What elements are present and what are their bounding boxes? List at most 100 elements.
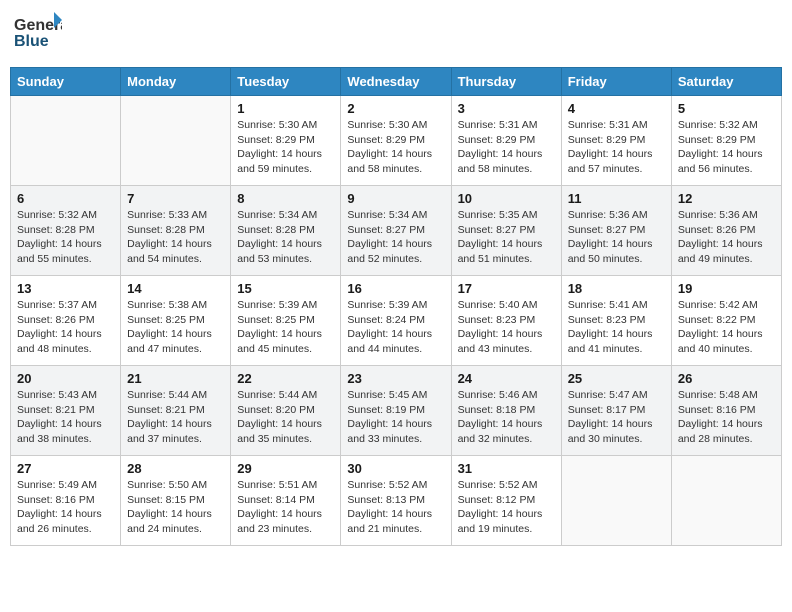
day-info: Sunrise: 5:44 AM Sunset: 8:20 PM Dayligh… xyxy=(237,388,334,447)
day-number: 6 xyxy=(17,191,114,206)
day-number: 13 xyxy=(17,281,114,296)
day-info: Sunrise: 5:32 AM Sunset: 8:28 PM Dayligh… xyxy=(17,208,114,267)
week-row-2: 6 Sunrise: 5:32 AM Sunset: 8:28 PM Daylig… xyxy=(11,186,782,276)
day-cell: 14 Sunrise: 5:38 AM Sunset: 8:25 PM Dayli… xyxy=(121,276,231,366)
weekday-header-saturday: Saturday xyxy=(671,68,781,96)
logo-icon: General Blue xyxy=(14,10,62,54)
day-info: Sunrise: 5:36 AM Sunset: 8:27 PM Dayligh… xyxy=(568,208,665,267)
day-info: Sunrise: 5:39 AM Sunset: 8:25 PM Dayligh… xyxy=(237,298,334,357)
day-cell: 4 Sunrise: 5:31 AM Sunset: 8:29 PM Daylig… xyxy=(561,96,671,186)
weekday-header-tuesday: Tuesday xyxy=(231,68,341,96)
day-info: Sunrise: 5:43 AM Sunset: 8:21 PM Dayligh… xyxy=(17,388,114,447)
day-cell: 15Sunrise: 5:39 AM Sunset: 8:25 PM Dayli… xyxy=(231,276,341,366)
day-cell: 30 Sunrise: 5:52 AM Sunset: 8:13 PM Dayli… xyxy=(341,456,451,546)
day-number: 18 xyxy=(568,281,665,296)
day-cell: 27 Sunrise: 5:49 AM Sunset: 8:16 PM Dayli… xyxy=(11,456,121,546)
day-cell: 24 Sunrise: 5:46 AM Sunset: 8:18 PM Dayli… xyxy=(451,366,561,456)
day-number: 10 xyxy=(458,191,555,206)
weekday-header-thursday: Thursday xyxy=(451,68,561,96)
day-cell: 3Sunrise: 5:31 AM Sunset: 8:29 PM Daylig… xyxy=(451,96,561,186)
day-cell: 5Sunrise: 5:32 AM Sunset: 8:29 PM Daylig… xyxy=(671,96,781,186)
day-info: Sunrise: 5:35 AM Sunset: 8:27 PM Dayligh… xyxy=(458,208,555,267)
day-number: 3 xyxy=(458,101,555,116)
day-cell: 9Sunrise: 5:34 AM Sunset: 8:27 PM Daylig… xyxy=(341,186,451,276)
day-info: Sunrise: 5:34 AM Sunset: 8:27 PM Dayligh… xyxy=(347,208,444,267)
day-number: 26 xyxy=(678,371,775,386)
day-number: 4 xyxy=(568,101,665,116)
day-cell xyxy=(671,456,781,546)
day-cell: 7 Sunrise: 5:33 AM Sunset: 8:28 PM Daylig… xyxy=(121,186,231,276)
day-number: 28 xyxy=(127,461,224,476)
day-cell: 31 Sunrise: 5:52 AM Sunset: 8:12 PM Dayli… xyxy=(451,456,561,546)
day-info: Sunrise: 5:37 AM Sunset: 8:26 PM Dayligh… xyxy=(17,298,114,357)
day-info: Sunrise: 5:40 AM Sunset: 8:23 PM Dayligh… xyxy=(458,298,555,357)
day-number: 16 xyxy=(347,281,444,296)
day-number: 25 xyxy=(568,371,665,386)
day-number: 17 xyxy=(458,281,555,296)
calendar-table: SundayMondayTuesdayWednesdayThursdayFrid… xyxy=(10,67,782,546)
day-info: Sunrise: 5:42 AM Sunset: 8:22 PM Dayligh… xyxy=(678,298,775,357)
weekday-header-row: SundayMondayTuesdayWednesdayThursdayFrid… xyxy=(11,68,782,96)
day-cell: 26Sunrise: 5:48 AM Sunset: 8:16 PM Dayli… xyxy=(671,366,781,456)
day-cell: 19 Sunrise: 5:42 AM Sunset: 8:22 PM Dayli… xyxy=(671,276,781,366)
day-info: Sunrise: 5:47 AM Sunset: 8:17 PM Dayligh… xyxy=(568,388,665,447)
day-info: Sunrise: 5:38 AM Sunset: 8:25 PM Dayligh… xyxy=(127,298,224,357)
day-info: Sunrise: 5:39 AM Sunset: 8:24 PM Dayligh… xyxy=(347,298,444,357)
day-info: Sunrise: 5:32 AM Sunset: 8:29 PM Dayligh… xyxy=(678,118,775,177)
day-info: Sunrise: 5:31 AM Sunset: 8:29 PM Dayligh… xyxy=(568,118,665,177)
day-info: Sunrise: 5:33 AM Sunset: 8:28 PM Dayligh… xyxy=(127,208,224,267)
day-info: Sunrise: 5:51 AM Sunset: 8:14 PM Dayligh… xyxy=(237,478,334,537)
day-cell: 23 Sunrise: 5:45 AM Sunset: 8:19 PM Dayli… xyxy=(341,366,451,456)
day-cell xyxy=(121,96,231,186)
day-number: 7 xyxy=(127,191,224,206)
day-cell: 2 Sunrise: 5:30 AM Sunset: 8:29 PM Daylig… xyxy=(341,96,451,186)
day-cell: 11 Sunrise: 5:36 AM Sunset: 8:27 PM Dayli… xyxy=(561,186,671,276)
day-info: Sunrise: 5:52 AM Sunset: 8:13 PM Dayligh… xyxy=(347,478,444,537)
logo-graphic: General Blue xyxy=(14,10,62,59)
day-number: 14 xyxy=(127,281,224,296)
day-number: 11 xyxy=(568,191,665,206)
day-cell: 8Sunrise: 5:34 AM Sunset: 8:28 PM Daylig… xyxy=(231,186,341,276)
day-number: 1 xyxy=(237,101,334,116)
week-row-4: 20 Sunrise: 5:43 AM Sunset: 8:21 PM Dayli… xyxy=(11,366,782,456)
day-number: 23 xyxy=(347,371,444,386)
day-number: 27 xyxy=(17,461,114,476)
day-info: Sunrise: 5:41 AM Sunset: 8:23 PM Dayligh… xyxy=(568,298,665,357)
weekday-header-friday: Friday xyxy=(561,68,671,96)
day-info: Sunrise: 5:49 AM Sunset: 8:16 PM Dayligh… xyxy=(17,478,114,537)
week-row-5: 27 Sunrise: 5:49 AM Sunset: 8:16 PM Dayli… xyxy=(11,456,782,546)
day-number: 29 xyxy=(237,461,334,476)
day-cell: 22Sunrise: 5:44 AM Sunset: 8:20 PM Dayli… xyxy=(231,366,341,456)
day-info: Sunrise: 5:50 AM Sunset: 8:15 PM Dayligh… xyxy=(127,478,224,537)
day-cell: 29 Sunrise: 5:51 AM Sunset: 8:14 PM Dayli… xyxy=(231,456,341,546)
day-cell: 17 Sunrise: 5:40 AM Sunset: 8:23 PM Dayli… xyxy=(451,276,561,366)
day-cell: 18 Sunrise: 5:41 AM Sunset: 8:23 PM Dayli… xyxy=(561,276,671,366)
day-number: 20 xyxy=(17,371,114,386)
day-number: 8 xyxy=(237,191,334,206)
day-number: 2 xyxy=(347,101,444,116)
weekday-header-wednesday: Wednesday xyxy=(341,68,451,96)
day-cell: 1Sunrise: 5:30 AM Sunset: 8:29 PM Daylig… xyxy=(231,96,341,186)
page-header: General Blue xyxy=(10,10,782,59)
day-info: Sunrise: 5:52 AM Sunset: 8:12 PM Dayligh… xyxy=(458,478,555,537)
day-cell: 6 Sunrise: 5:32 AM Sunset: 8:28 PM Daylig… xyxy=(11,186,121,276)
day-number: 19 xyxy=(678,281,775,296)
day-info: Sunrise: 5:45 AM Sunset: 8:19 PM Dayligh… xyxy=(347,388,444,447)
day-info: Sunrise: 5:30 AM Sunset: 8:29 PM Dayligh… xyxy=(347,118,444,177)
svg-text:Blue: Blue xyxy=(14,33,49,50)
day-cell: 20 Sunrise: 5:43 AM Sunset: 8:21 PM Dayli… xyxy=(11,366,121,456)
day-cell: 10 Sunrise: 5:35 AM Sunset: 8:27 PM Dayli… xyxy=(451,186,561,276)
week-row-1: 1 Sunrise: 5:30 AM Sunset: 8:29 PM Daylig… xyxy=(11,96,782,186)
logo: General Blue xyxy=(14,10,62,59)
day-cell: 12Sunrise: 5:36 AM Sunset: 8:26 PM Dayli… xyxy=(671,186,781,276)
day-cell xyxy=(11,96,121,186)
day-cell: 28 Sunrise: 5:50 AM Sunset: 8:15 PM Dayli… xyxy=(121,456,231,546)
day-cell: 21Sunrise: 5:44 AM Sunset: 8:21 PM Dayli… xyxy=(121,366,231,456)
day-number: 31 xyxy=(458,461,555,476)
day-number: 30 xyxy=(347,461,444,476)
weekday-header-monday: Monday xyxy=(121,68,231,96)
day-cell xyxy=(561,456,671,546)
day-info: Sunrise: 5:36 AM Sunset: 8:26 PM Dayligh… xyxy=(678,208,775,267)
day-info: Sunrise: 5:46 AM Sunset: 8:18 PM Dayligh… xyxy=(458,388,555,447)
day-number: 24 xyxy=(458,371,555,386)
